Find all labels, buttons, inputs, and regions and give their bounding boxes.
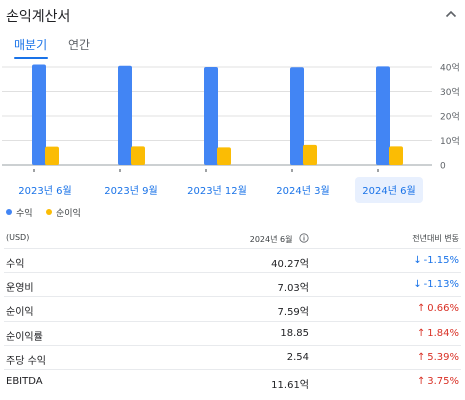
table-row: 수익 40.27억 ↓ -1.15% bbox=[4, 248, 461, 272]
revenue-bar[interactable] bbox=[376, 66, 390, 165]
legend-revenue-label: 수익 bbox=[16, 209, 33, 219]
net-income-bar[interactable] bbox=[45, 146, 59, 165]
income-chart: 40억 30억 20억 10억 0 2023년 6월 2023년 9월 2023년 12월 20… bbox=[2, 62, 460, 203]
net-income-bar[interactable] bbox=[303, 144, 317, 165]
y-tick-label: 10억 bbox=[440, 135, 460, 147]
arrow-down-icon: ↓ bbox=[413, 255, 422, 266]
legend-net-income-label: 순이익 bbox=[56, 209, 81, 219]
change-value: 3.75% bbox=[427, 375, 459, 387]
row-value: 7.03억 bbox=[277, 283, 309, 295]
net-income-bar[interactable] bbox=[217, 147, 231, 165]
category-label[interactable]: 2023년 12월 bbox=[187, 185, 247, 197]
row-label: 순이익 bbox=[6, 307, 34, 319]
info-icon[interactable] bbox=[299, 233, 309, 243]
row-label: 주당 수익 bbox=[6, 355, 46, 367]
row-value: 11.61억 bbox=[271, 379, 309, 391]
chevron-up-icon[interactable] bbox=[443, 6, 459, 22]
legend-net-income-swatch bbox=[46, 209, 52, 215]
revenue-bar[interactable] bbox=[290, 67, 304, 165]
net-income-bar[interactable] bbox=[389, 146, 403, 165]
table-row: 순이익률 18.85 ↑ 1.84% bbox=[4, 320, 461, 345]
row-value: 18.85 bbox=[280, 327, 309, 339]
section-title: 손익계산서 bbox=[6, 9, 71, 25]
row-label: 운영비 bbox=[6, 283, 34, 295]
row-change: ↑ 1.84% bbox=[416, 328, 459, 339]
row-change: ↑ 3.75% bbox=[416, 376, 459, 387]
row-value: 2.54 bbox=[286, 351, 309, 363]
row-label: EBITDA bbox=[6, 375, 43, 387]
row-change: ↓ -1.13% bbox=[413, 279, 459, 290]
revenue-bar[interactable] bbox=[32, 64, 46, 165]
income-table: (USD) 2024년 6월 전년대비 변동 수익 40.27억 ↓ -1.15% 운영… bbox=[4, 230, 461, 393]
category-label[interactable]: 2023년 6월 bbox=[18, 185, 71, 197]
table-row: 운영비 7.03억 ↓ -1.13% bbox=[4, 272, 461, 296]
section-header: 손익계산서 bbox=[4, 0, 465, 26]
net-income-bar[interactable] bbox=[131, 146, 145, 165]
y-tick-label: 40억 bbox=[440, 62, 460, 74]
row-change: ↓ -1.15% bbox=[413, 255, 459, 266]
revenue-bar[interactable] bbox=[204, 67, 218, 165]
change-value: 1.84% bbox=[427, 327, 459, 339]
y-tick-label: 30억 bbox=[440, 86, 460, 98]
y-tick-label: 0 bbox=[440, 162, 446, 172]
category-label[interactable]: 2023년 9월 bbox=[104, 185, 157, 197]
y-tick-label: 20억 bbox=[440, 111, 460, 123]
arrow-up-icon: ↑ bbox=[417, 351, 426, 363]
revenue-bar[interactable] bbox=[118, 65, 132, 165]
row-value: 7.59억 bbox=[277, 307, 309, 319]
period-column-header: 2024년 6월 bbox=[250, 233, 309, 245]
arrow-up-icon: ↑ bbox=[417, 303, 426, 315]
category-label[interactable]: 2024년 3월 bbox=[276, 185, 329, 197]
tab-annual[interactable]: 연간 bbox=[68, 36, 90, 53]
change-column-header: 전년대비 변동 bbox=[412, 234, 459, 243]
row-change: ↑ 0.66% bbox=[416, 303, 459, 314]
change-value: -1.15% bbox=[423, 255, 459, 266]
legend-revenue-swatch bbox=[6, 209, 12, 215]
arrow-up-icon: ↑ bbox=[417, 327, 426, 339]
row-change: ↑ 5.39% bbox=[416, 352, 459, 363]
category-label[interactable]: 2024년 6월 bbox=[362, 185, 415, 197]
tab-quarterly[interactable]: 매분기 bbox=[14, 36, 47, 53]
arrow-up-icon: ↑ bbox=[417, 375, 426, 387]
row-label: 순이익률 bbox=[6, 331, 43, 343]
table-row: 주당 수익 2.54 ↑ 5.39% bbox=[4, 344, 461, 369]
arrow-down-icon: ↓ bbox=[413, 279, 422, 291]
row-label: 수익 bbox=[6, 259, 25, 270]
table-row: 순이익 7.59억 ↑ 0.66% bbox=[4, 296, 461, 320]
currency-unit: (USD) bbox=[6, 233, 30, 242]
period-label: 2024년 6월 bbox=[249, 235, 293, 244]
change-value: 0.66% bbox=[427, 303, 459, 315]
table-row: EBITDA 11.61억 ↑ 3.75% bbox=[4, 368, 461, 393]
table-header: (USD) 2024년 6월 전년대비 변동 bbox=[4, 230, 461, 248]
change-value: 5.39% bbox=[427, 351, 459, 363]
row-value: 40.27억 bbox=[271, 259, 309, 270]
change-value: -1.13% bbox=[423, 279, 459, 291]
